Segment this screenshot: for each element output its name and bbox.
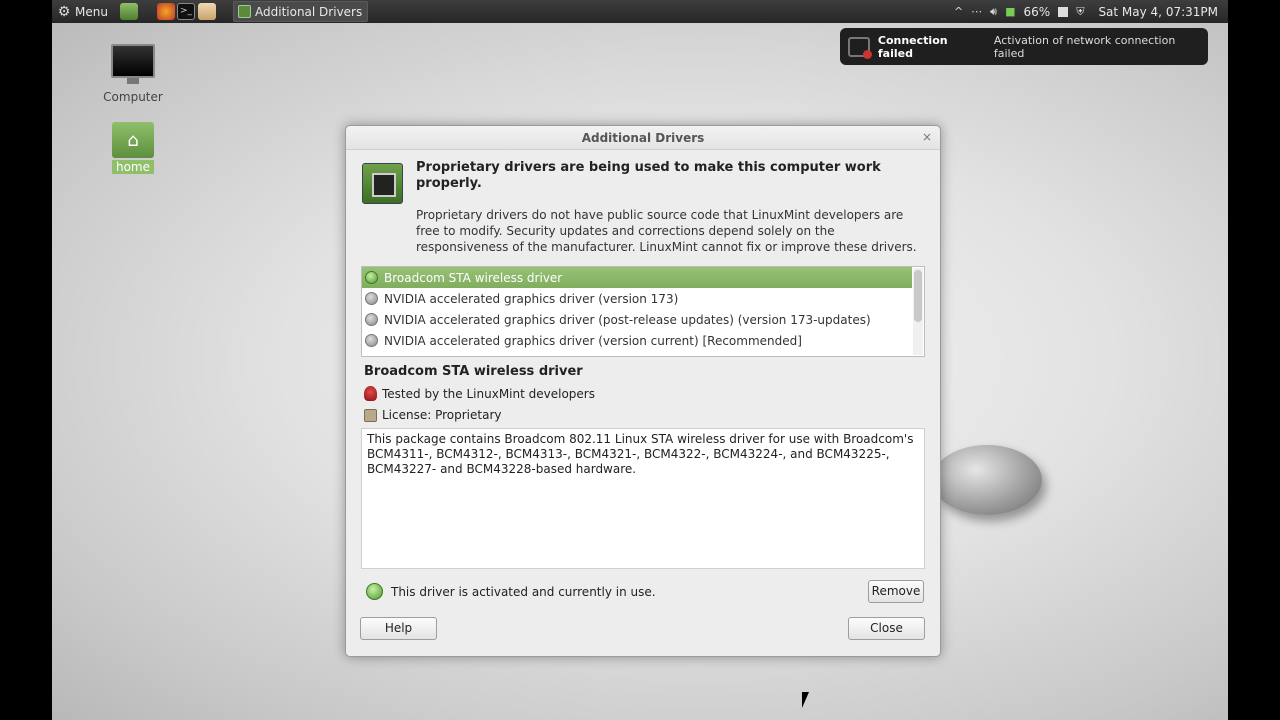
wallpaper-logo	[932, 445, 1042, 515]
firefox-launcher[interactable]	[157, 0, 175, 23]
desktop: ⚙ Menu >_ Additional Drivers ^ ⋯ 🔊︎ ■ 66…	[52, 0, 1228, 720]
system-tray: ^ ⋯ 🔊︎ ■ 66% ⛨ Sat May 4, 07:31PM	[954, 0, 1228, 23]
taskbar-item-additional-drivers[interactable]: Additional Drivers	[233, 1, 368, 22]
status-text: This driver is activated and currently i…	[391, 584, 656, 599]
menu-button[interactable]: ⚙ Menu	[57, 0, 108, 23]
home-folder-icon: ⌂	[112, 122, 154, 158]
files-icon	[198, 3, 216, 20]
help-button[interactable]: Help	[360, 617, 437, 640]
tested-label: Tested by the LinuxMint developers	[382, 386, 595, 401]
radio-off-icon	[365, 334, 378, 347]
dialog-header: Proprietary drivers are being used to ma…	[416, 160, 881, 191]
driver-list-item[interactable]: Broadcom STA wireless driver	[362, 267, 912, 288]
shield-icon[interactable]: ⛨	[1076, 5, 1084, 19]
radio-off-icon	[365, 313, 378, 326]
terminal-launcher[interactable]: >_	[177, 0, 195, 23]
lock-icon	[364, 408, 377, 422]
list-scrollbar[interactable]	[913, 268, 923, 355]
notification-popup[interactable]: Connection failed Activation of network …	[840, 28, 1208, 65]
remove-button[interactable]: Remove	[868, 580, 924, 603]
chip-icon	[238, 5, 251, 18]
license-row: License: Proprietary	[364, 408, 502, 422]
close-button[interactable]: Close	[848, 617, 925, 640]
notification-title: Connection failed	[877, 33, 948, 60]
driver-list-item[interactable]: NVIDIA accelerated graphics driver (post…	[362, 309, 912, 330]
chevron-up-icon[interactable]: ^	[954, 5, 963, 18]
close-icon[interactable]: ×	[922, 130, 932, 144]
monitor-icon	[111, 44, 155, 84]
driver-list-item[interactable]: NVIDIA accelerated graphics driver (vers…	[362, 288, 912, 309]
network-icon[interactable]: ⋯	[971, 5, 982, 18]
license-label: License: Proprietary	[382, 408, 502, 422]
show-desktop-launcher[interactable]	[120, 0, 138, 23]
mouse-cursor	[802, 692, 809, 708]
desktop-icon-label: Computer	[103, 90, 163, 104]
additional-drivers-dialog: Additional Drivers × Proprietary drivers…	[345, 125, 941, 657]
tested-row: Tested by the LinuxMint developers	[364, 386, 595, 401]
desktop-icon	[120, 3, 138, 20]
desktop-icon-computer[interactable]: Computer	[93, 44, 173, 104]
status-active-icon	[366, 583, 383, 600]
chip-icon	[362, 163, 403, 204]
top-panel: ⚙ Menu >_ Additional Drivers ^ ⋯ 🔊︎ ■ 66…	[52, 0, 1228, 23]
files-launcher[interactable]	[198, 0, 216, 23]
driver-label: NVIDIA accelerated graphics driver (vers…	[384, 291, 679, 306]
clock[interactable]: Sat May 4, 07:31PM	[1098, 5, 1218, 19]
notification-body: Activation of network connection failed	[993, 33, 1176, 60]
taskbar-item-label: Additional Drivers	[255, 4, 363, 19]
radio-on-icon	[365, 271, 378, 284]
desktop-icon-label: home	[111, 160, 155, 174]
driver-label: NVIDIA accelerated graphics driver (vers…	[384, 333, 802, 348]
gear-icon: ⚙	[57, 3, 71, 20]
driver-detail-title: Broadcom STA wireless driver	[364, 364, 583, 379]
volume-icon[interactable]: 🔊︎	[990, 5, 997, 19]
battery-percentage: 66%	[1023, 4, 1051, 19]
battery-icon[interactable]: ■	[1005, 5, 1015, 18]
network-error-icon	[848, 36, 872, 59]
driver-label: NVIDIA accelerated graphics driver (post…	[384, 312, 871, 327]
radio-off-icon	[365, 292, 378, 305]
scrollbar-thumb[interactable]	[914, 270, 922, 322]
package-description: This package contains Broadcom 802.11 Li…	[361, 428, 925, 569]
driver-list[interactable]: Broadcom STA wireless driver NVIDIA acce…	[361, 266, 925, 357]
driver-list-item[interactable]: NVIDIA accelerated graphics driver (vers…	[362, 330, 912, 351]
driver-label: Broadcom STA wireless driver	[384, 270, 563, 285]
workspace-icon[interactable]	[1058, 6, 1069, 17]
firefox-icon	[157, 3, 175, 20]
dialog-description: Proprietary drivers do not have public s…	[416, 208, 917, 254]
desktop-icon-home[interactable]: ⌂ home	[93, 122, 173, 174]
dialog-title: Additional Drivers	[346, 126, 940, 150]
terminal-icon: >_	[177, 3, 195, 20]
ribbon-icon	[364, 386, 377, 401]
menu-label: Menu	[75, 4, 108, 19]
driver-status: This driver is activated and currently i…	[366, 583, 656, 600]
